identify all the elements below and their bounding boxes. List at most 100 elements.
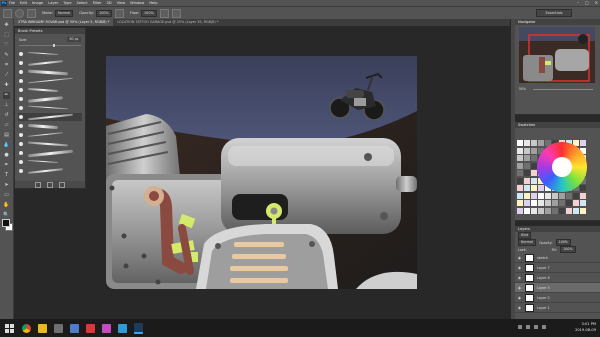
brush-preset-item[interactable] <box>18 104 82 112</box>
dodge-tool-icon[interactable]: ● <box>3 152 10 159</box>
tab-document-1[interactable]: XTRA INMGAME ROVAR.psd @ 50% (Layer 5, R… <box>14 19 114 26</box>
brush-preset-item[interactable] <box>18 59 82 67</box>
swatch-cell[interactable] <box>524 170 530 176</box>
chrome-icon[interactable] <box>22 323 31 333</box>
layer-blend-mode[interactable]: Normal <box>518 239 536 246</box>
clone-stamp-tool-icon[interactable]: ⊥ <box>3 102 10 109</box>
menu-help[interactable]: Help <box>149 1 157 5</box>
swatch-cell[interactable] <box>531 140 537 146</box>
swatch-cell[interactable] <box>559 200 565 206</box>
delete-brush-icon[interactable] <box>59 181 65 188</box>
swatch-cell[interactable] <box>545 200 551 206</box>
airbrush-icon[interactable] <box>159 8 169 18</box>
type-tool-icon[interactable]: T <box>3 172 10 179</box>
app-icon-4[interactable] <box>102 323 111 333</box>
mode-select[interactable]: Normal <box>55 9 74 17</box>
swatch-cell[interactable] <box>566 200 572 206</box>
eyedropper-tool-icon[interactable]: ⁄ <box>3 72 10 79</box>
layer-filter-kind[interactable]: Kind <box>518 232 532 239</box>
app-icon-1[interactable] <box>54 323 63 333</box>
menu-layer[interactable]: Layer <box>48 1 58 5</box>
menu-edit[interactable]: Edit <box>20 1 27 5</box>
swatch-cell[interactable] <box>566 207 572 214</box>
layer-row[interactable]: ◉ sketch <box>515 253 600 263</box>
menu-file[interactable]: File <box>9 1 15 5</box>
layer-row[interactable]: ◉ Layer 2 <box>515 293 600 303</box>
swatch-cell[interactable] <box>517 177 523 184</box>
brush-preset-item[interactable] <box>18 167 82 175</box>
eraser-tool-icon[interactable]: ▱ <box>3 122 10 129</box>
app-icon-2[interactable] <box>70 323 79 333</box>
swatch-cell[interactable] <box>580 200 586 206</box>
swatch-cell[interactable] <box>524 162 530 169</box>
brush-preset-item[interactable] <box>18 113 82 121</box>
tab-document-2[interactable]: LOCATION TATTOO GARAGE.psd @ 25% (Layer … <box>113 19 222 26</box>
brush-preset-item[interactable] <box>18 149 82 158</box>
pressure-size-icon[interactable] <box>171 8 181 18</box>
swatch-cell[interactable] <box>531 147 537 154</box>
swatch-cell[interactable] <box>517 170 523 176</box>
swatch-cell[interactable] <box>517 162 523 169</box>
menu-window[interactable]: Window <box>130 1 144 5</box>
swatch-cell[interactable] <box>517 147 523 154</box>
brush-picker-icon[interactable] <box>15 8 24 18</box>
swatch-cell[interactable] <box>524 155 530 161</box>
layer-visibility-eye-icon[interactable]: ◉ <box>517 266 522 270</box>
layer-visibility-eye-icon[interactable]: ◉ <box>517 296 522 300</box>
app-icon-3[interactable] <box>86 323 95 333</box>
artwork-canvas[interactable] <box>106 56 417 289</box>
layer-row[interactable]: ◉ Layer 6 <box>515 273 600 283</box>
layer-visibility-eye-icon[interactable]: ◉ <box>517 276 522 280</box>
swatch-cell[interactable] <box>531 192 537 199</box>
layer-visibility-eye-icon[interactable]: ◉ <box>517 256 522 260</box>
brush-preset-item[interactable] <box>18 77 82 85</box>
start-button[interactable] <box>3 322 15 334</box>
taskbar-clock[interactable]: 3:01 PM 2019-08-09 <box>575 321 596 333</box>
swatch-cell[interactable] <box>538 192 544 199</box>
brush-preset-item[interactable] <box>18 158 82 166</box>
layer-row[interactable]: ◉ Layer 1 <box>515 303 600 313</box>
brush-preset-item[interactable] <box>18 95 82 103</box>
navigator-preview[interactable] <box>519 27 595 83</box>
brush-preset-item[interactable] <box>18 86 82 94</box>
swatch-cell[interactable] <box>580 140 586 146</box>
swatch-cell[interactable] <box>531 207 537 214</box>
marquee-tool-icon[interactable]: ⬚ <box>3 32 10 39</box>
menu-type[interactable]: Type <box>63 1 71 5</box>
gradient-tool-icon[interactable]: ▤ <box>3 132 10 139</box>
menu-image[interactable]: Image <box>32 1 43 5</box>
swatch-cell[interactable] <box>559 192 565 199</box>
brush-preset-item[interactable] <box>18 140 82 148</box>
swatch-cell[interactable] <box>531 200 537 206</box>
workspace-select[interactable]: Essentials <box>536 9 572 17</box>
photoshop-taskbar-icon[interactable] <box>134 322 143 334</box>
swatch-cell[interactable] <box>531 170 537 176</box>
navigator-zoom-value[interactable]: 50% <box>519 87 526 91</box>
swatch-cell[interactable] <box>552 207 558 214</box>
layer-visibility-eye-icon[interactable]: ◉ <box>517 286 522 290</box>
swatch-cell[interactable] <box>517 140 523 146</box>
swatch-cell[interactable] <box>524 140 530 146</box>
swatch-cell[interactable] <box>524 185 530 191</box>
toggle-brush-panel-icon[interactable] <box>35 181 41 188</box>
swatch-cell[interactable] <box>545 192 551 199</box>
swatch-cell[interactable] <box>538 185 544 191</box>
brush-panel-toggle-icon[interactable] <box>27 8 36 18</box>
brush-presets-list[interactable] <box>18 50 82 178</box>
swatch-cell[interactable] <box>573 200 579 206</box>
swatch-cell[interactable] <box>517 200 523 206</box>
swatch-cell[interactable] <box>524 207 530 214</box>
brush-preset-item[interactable] <box>18 68 82 76</box>
swatch-cell[interactable] <box>552 192 558 199</box>
swatch-cell[interactable] <box>517 192 523 199</box>
brush-preset-item[interactable] <box>18 131 82 139</box>
crop-tool-icon[interactable]: ⌗ <box>3 62 10 69</box>
flow-field[interactable]: 100% <box>141 9 157 17</box>
layer-row[interactable]: ◉ Layer 7 <box>515 263 600 273</box>
swatch-cell[interactable] <box>524 192 530 199</box>
swatch-cell[interactable] <box>566 192 572 199</box>
brush-tool-preset-icon[interactable] <box>3 8 12 18</box>
brush-size-slider-knob[interactable] <box>53 44 56 47</box>
swatch-cell[interactable] <box>517 155 523 161</box>
layer-row[interactable]: ◉ Layer 5 <box>515 283 600 293</box>
